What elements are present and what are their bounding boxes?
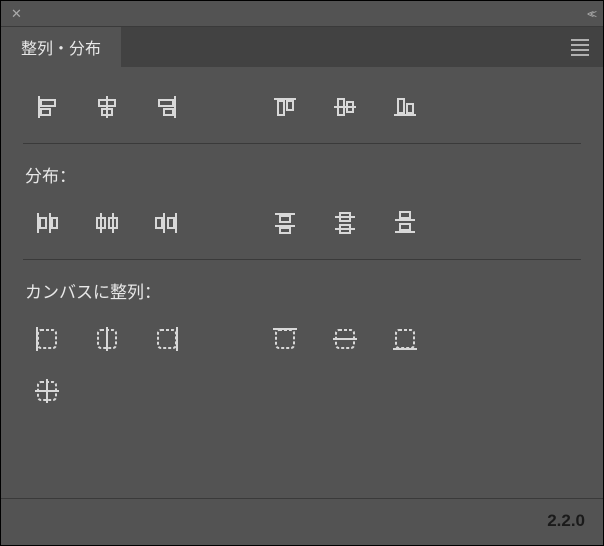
tab-label: 整列・分布 <box>21 35 101 59</box>
canvas-align-center-icon <box>33 377 61 405</box>
divider <box>23 259 581 260</box>
distribute-vcenter-button[interactable] <box>329 207 361 239</box>
distribute-vcenter-icon <box>332 210 358 236</box>
canvas-align-row-1 <box>25 317 579 375</box>
distribute-top-button[interactable] <box>269 207 301 239</box>
canvas-align-hcenter-button[interactable] <box>91 323 123 355</box>
distribute-label: 分布： <box>25 162 579 187</box>
canvas-align-left-icon <box>33 325 61 353</box>
align-bottom-icon <box>392 94 418 120</box>
align-top-button[interactable] <box>269 91 301 123</box>
close-icon[interactable]: ✕ <box>11 6 22 22</box>
canvas-align-row-2 <box>25 375 579 427</box>
align-vcenter-button[interactable] <box>329 91 361 123</box>
canvas-align-left-button[interactable] <box>31 323 63 355</box>
distribute-bottom-icon <box>392 210 418 236</box>
distribute-hcenter-icon <box>94 210 120 236</box>
align-vcenter-icon <box>332 94 358 120</box>
canvas-align-vcenter-button[interactable] <box>329 323 361 355</box>
distribute-right-icon <box>154 210 180 236</box>
canvas-align-hcenter-icon <box>93 325 121 353</box>
align-hcenter-button[interactable] <box>91 91 123 123</box>
canvas-align-right-button[interactable] <box>151 323 183 355</box>
canvas-align-vcenter-icon <box>331 325 359 353</box>
panel-menu-icon[interactable] <box>571 39 589 56</box>
align-bottom-button[interactable] <box>389 91 421 123</box>
distribute-bottom-button[interactable] <box>389 207 421 239</box>
align-distribute-panel: ✕ << 整列・分布 <box>0 0 604 546</box>
collapse-icon[interactable]: << <box>587 7 593 21</box>
align-top-icon <box>272 94 298 120</box>
panel-content: 分布： <box>1 67 603 498</box>
align-hcenter-icon <box>94 94 120 120</box>
align-left-button[interactable] <box>31 91 63 123</box>
canvas-align-right-icon <box>153 325 181 353</box>
align-row <box>25 67 579 143</box>
distribute-top-icon <box>272 210 298 236</box>
tab-row: 整列・分布 <box>1 27 603 67</box>
canvas-align-bottom-button[interactable] <box>389 323 421 355</box>
canvas-align-center-button[interactable] <box>31 375 63 407</box>
distribute-left-icon <box>34 210 60 236</box>
distribute-left-button[interactable] <box>31 207 63 239</box>
divider <box>23 143 581 144</box>
distribute-row <box>25 201 579 259</box>
distribute-right-button[interactable] <box>151 207 183 239</box>
canvas-align-top-icon <box>271 325 299 353</box>
align-right-button[interactable] <box>151 91 183 123</box>
canvas-align-top-button[interactable] <box>269 323 301 355</box>
tab-align-distribute[interactable]: 整列・分布 <box>1 27 121 67</box>
title-bar: ✕ << <box>1 1 603 27</box>
align-left-icon <box>34 94 60 120</box>
canvas-align-bottom-icon <box>391 325 419 353</box>
align-right-icon <box>154 94 180 120</box>
version-label: 2.2.0 <box>1 498 603 545</box>
canvas-align-label: カンバスに整列： <box>25 278 579 303</box>
distribute-hcenter-button[interactable] <box>91 207 123 239</box>
